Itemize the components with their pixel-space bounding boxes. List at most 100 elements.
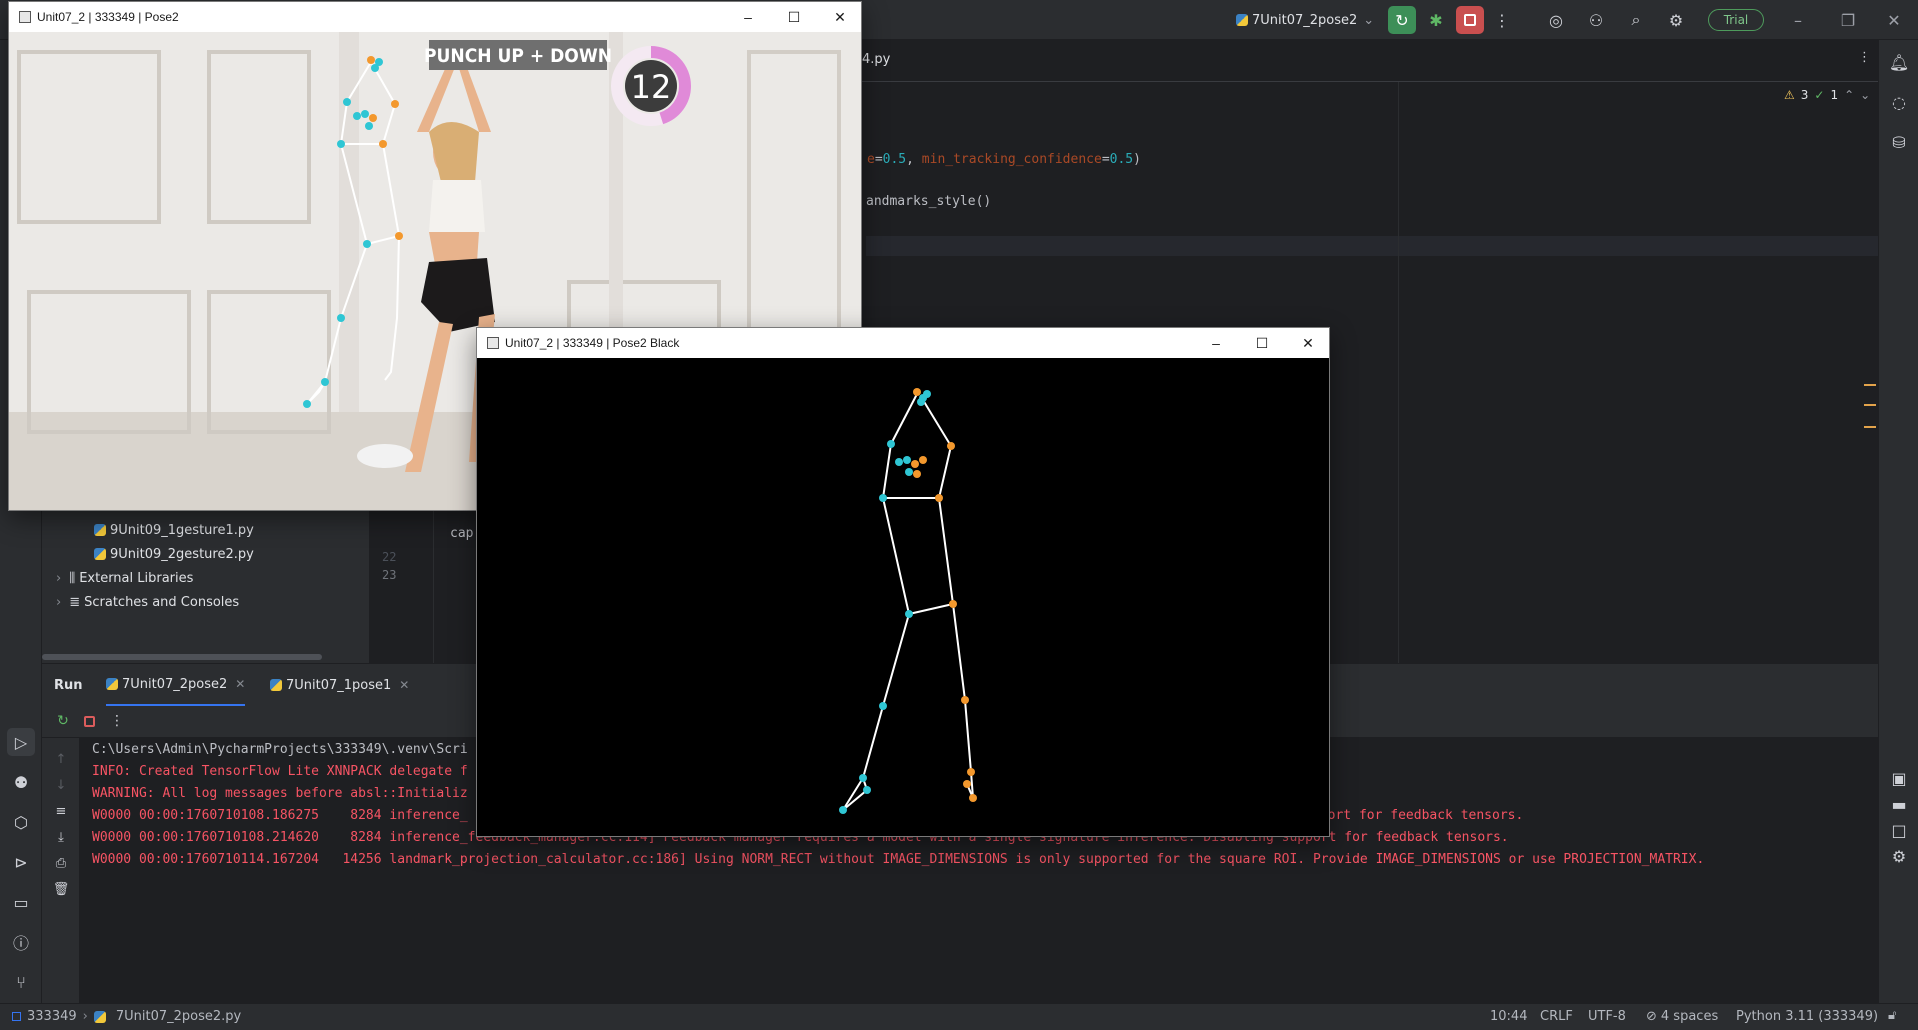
console-line: W0000 00:00:1760710108.186275 8284 infer…: [92, 808, 468, 823]
python-file-icon: [94, 548, 106, 560]
arrow-down-icon[interactable]: ↓: [47, 774, 75, 796]
interpreter[interactable]: Python 3.11 (333349): [1736, 1009, 1878, 1024]
close-button[interactable]: ✕: [1874, 6, 1914, 34]
ai-assistant-icon[interactable]: ◎: [1542, 6, 1570, 34]
inspection-widget[interactable]: ⚠ 3 ✓ 1 ⌃ ⌄: [1784, 88, 1870, 102]
close-button[interactable]: ✕: [817, 2, 863, 32]
debug-icon[interactable]: ✱: [1422, 6, 1450, 34]
chevron-right-icon: ›: [82, 1009, 88, 1024]
settings-gear-icon[interactable]: ⚙: [1885, 842, 1913, 870]
tree-item-label: Scratches and Consoles: [84, 594, 240, 610]
console-side-toolbar: ↑ ↓ ≡ ⤓ ⎙ 🗑︎: [42, 738, 80, 1004]
add-user-icon[interactable]: ⚇: [1582, 6, 1610, 34]
maximize-button[interactable]: ☐: [1239, 328, 1285, 358]
run-config-selector[interactable]: 7Unit07_2pose2 ⌄: [1236, 8, 1374, 32]
python-file-icon: [1236, 14, 1248, 26]
library-icon: ⫼: [69, 570, 76, 586]
close-icon[interactable]: ✕: [235, 677, 245, 691]
right-tool-strip: 🔔︎ ◌ ⛁ ▣ ▬ □ ⚙: [1878, 40, 1918, 1003]
console-line: WARNING: All log messages before absl::I…: [92, 786, 468, 801]
services-icon[interactable]: ⊳: [7, 848, 35, 876]
window-app-icon: [19, 11, 31, 23]
minimize-button[interactable]: –: [725, 2, 771, 32]
python-packages-icon[interactable]: ⬡: [7, 808, 35, 836]
pose2-black-window[interactable]: Unit07_2 | 333349 | Pose2 Black – ☐ ✕: [476, 327, 1330, 837]
rep-counter: 12: [611, 46, 691, 126]
maximize-button[interactable]: ☐: [771, 2, 817, 32]
tree-item-gesture1[interactable]: 9Unit09_1gesture1.py: [94, 518, 254, 542]
chevron-down-icon: ⌄: [1860, 88, 1871, 102]
exercise-banner-text: PUNCH UP + DOWN: [424, 45, 612, 67]
breadcrumb-file[interactable]: 7Unit07_2pose2.py: [116, 1009, 241, 1024]
tree-item-label: External Libraries: [79, 570, 194, 586]
notifications-icon[interactable]: 🔔︎: [1885, 48, 1913, 76]
more-actions-icon[interactable]: ⋮: [1490, 6, 1514, 34]
python-console-icon[interactable]: ⚉: [7, 768, 35, 796]
gear-icon[interactable]: ⚙: [1662, 6, 1690, 34]
tree-item-external-libraries[interactable]: › ⫼ External Libraries: [56, 566, 193, 590]
editor-tab-label[interactable]: 4.py: [862, 52, 890, 67]
run-tab-label: 7Unit07_2pose2: [122, 676, 228, 692]
pose2-black-window-titlebar[interactable]: Unit07_2 | 333349 | Pose2 Black – ☐ ✕: [477, 328, 1329, 358]
run-tab-pose2[interactable]: 7Unit07_2pose2 ✕: [106, 664, 246, 706]
tree-item-scratches[interactable]: › ≣ Scratches and Consoles: [56, 590, 239, 614]
lock-icon[interactable]: 🔓︎: [1888, 1008, 1896, 1023]
run-config-label: 7Unit07_2pose2: [1252, 12, 1358, 28]
restore-button[interactable]: ❐: [1828, 6, 1868, 34]
skeleton-landmarks: [839, 388, 977, 814]
file-encoding[interactable]: UTF-8: [1588, 1009, 1626, 1024]
stop-icon[interactable]: [78, 710, 100, 732]
indent-setting[interactable]: ⊘ 4 spaces: [1646, 1009, 1718, 1024]
indent-icon: ⊘: [1646, 1009, 1657, 1024]
terminal-icon[interactable]: ▭: [7, 888, 35, 916]
breadcrumb[interactable]: 333349 › 7Unit07_2pose2.py: [12, 1009, 241, 1024]
console-line: C:\Users\Admin\PycharmProjects\333349\.v…: [92, 742, 468, 757]
pose2-black-canvas: [477, 358, 1329, 836]
code-line-confidence[interactable]: e=0.5, min_tracking_confidence=0.5): [867, 152, 1141, 167]
line-separator[interactable]: CRLF: [1540, 1009, 1573, 1024]
window-icon[interactable]: □: [1885, 816, 1913, 844]
horizontal-scrollbar[interactable]: [42, 654, 322, 660]
column-guide: [1398, 82, 1399, 663]
scroll-marker: [1864, 404, 1876, 406]
warning-icon: ⚠: [1784, 88, 1795, 102]
git-icon[interactable]: ⑂: [7, 968, 35, 996]
caret-position[interactable]: 10:44: [1490, 1009, 1527, 1024]
arrow-up-icon[interactable]: ↑: [47, 748, 75, 770]
trash-icon[interactable]: 🗑︎: [47, 878, 75, 900]
tree-item-label: 9Unit09_1gesture1.py: [110, 522, 254, 538]
run-tab-pose1[interactable]: 7Unit07_1pose1 ✕: [270, 664, 409, 706]
python-file-icon: [93, 1010, 106, 1023]
minimize-button[interactable]: –: [1193, 328, 1239, 358]
rerun-icon[interactable]: ↻: [52, 710, 74, 732]
camera-icon[interactable]: ▣: [1885, 764, 1913, 792]
more-tabs-icon[interactable]: ⋮: [1858, 50, 1871, 65]
chevron-right-icon: ›: [56, 570, 62, 586]
soft-wrap-icon[interactable]: ≡: [47, 800, 75, 822]
trial-badge[interactable]: Trial: [1708, 9, 1764, 31]
window-app-icon: [487, 337, 499, 349]
problems-icon[interactable]: ⓘ: [7, 928, 35, 956]
stop-button[interactable]: [1456, 6, 1484, 34]
minimize-button[interactable]: –: [1778, 6, 1818, 34]
scroll-marker: [1864, 384, 1876, 386]
database-icon[interactable]: ⛁: [1885, 128, 1913, 156]
tree-item-gesture2[interactable]: 9Unit09_2gesture2.py: [94, 542, 254, 566]
rerun-button[interactable]: ↻: [1388, 6, 1416, 34]
video-icon[interactable]: ▬: [1885, 790, 1913, 818]
scroll-to-end-icon[interactable]: ⤓: [47, 826, 75, 848]
console-line-tail: pport for feedback tensors.: [1312, 808, 1524, 823]
run-tool-icon[interactable]: ▷: [7, 728, 35, 756]
print-icon[interactable]: ⎙: [47, 852, 75, 874]
counter-value: 12: [631, 68, 672, 106]
pose2-window-titlebar[interactable]: Unit07_2 | 333349 | Pose2 – ☐ ✕: [9, 2, 861, 32]
close-button[interactable]: ✕: [1285, 328, 1331, 358]
breadcrumb-project[interactable]: 333349: [27, 1009, 77, 1024]
chevron-up-icon: ⌃: [1844, 88, 1855, 102]
ai-chat-icon[interactable]: ◌: [1885, 88, 1913, 116]
search-icon[interactable]: ⌕: [1622, 6, 1650, 34]
more-options-icon[interactable]: ⋮: [106, 710, 128, 732]
close-icon[interactable]: ✕: [399, 678, 409, 692]
code-line-style[interactable]: andmarks_style(): [866, 194, 991, 209]
skeleton-scene: [839, 388, 977, 814]
